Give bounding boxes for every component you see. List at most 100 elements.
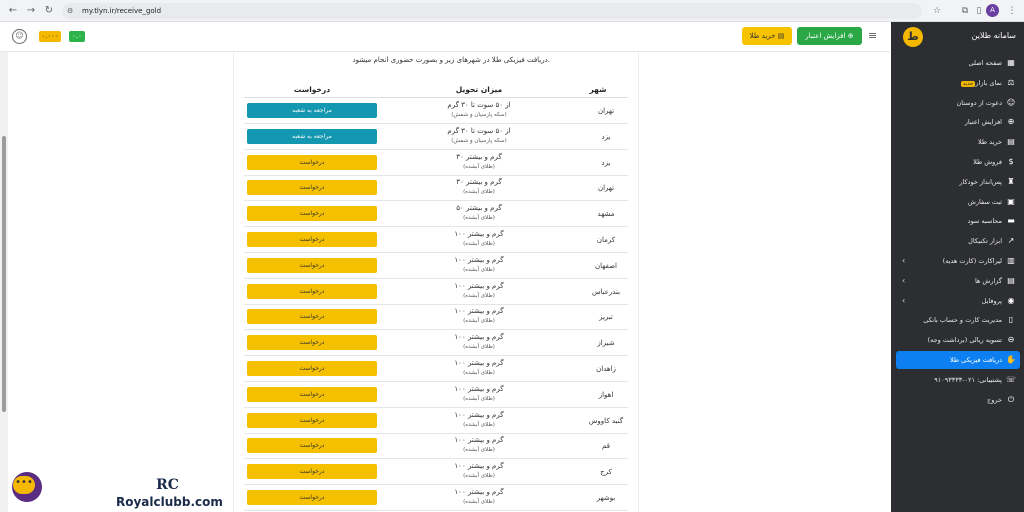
city-cell: شیراز — [597, 339, 615, 348]
request-button[interactable]: درخواست — [247, 180, 377, 196]
city-cell: بندرعباس — [591, 287, 621, 296]
amount-text: ۳۰ گرم و بیشتر — [456, 178, 502, 187]
scrollbar-thumb[interactable] — [2, 136, 6, 412]
extensions-icon[interactable]: ⧉ — [958, 4, 972, 18]
request-button[interactable]: درخواست — [247, 464, 377, 480]
sidebar-item-label: گزارش ها — [974, 276, 1002, 285]
table-row: یزد ۳۰ گرم و بیشتر (طلای آبشده) درخواست — [244, 150, 628, 176]
request-button[interactable]: مراجعه به شعبه — [247, 103, 377, 118]
sidebar-item[interactable]: افزایش اعتبار ⊕ — [896, 113, 1020, 131]
gift-icon: ▥ — [1007, 256, 1015, 265]
request-button[interactable]: درخواست — [247, 335, 377, 351]
browser-menu-icon[interactable]: ⋮ — [1005, 4, 1019, 18]
sidebar-item[interactable]: خرید طلا ▤ — [896, 133, 1020, 151]
amount-note: (طلای آبشده) — [463, 447, 495, 454]
amount-note: (سکه پارسیان و شمش) — [451, 112, 507, 118]
gold-balance-badge[interactable]: ۰.۰۰۰ — [39, 31, 61, 42]
sidebar-item[interactable]: محاسبه سود ▬ — [896, 212, 1020, 230]
amount-cell: ۳۰ گرم و بیشتر (طلای آبشده) — [414, 177, 544, 197]
rial-balance-badge[interactable]: ۰.۰ — [69, 31, 85, 42]
amount-note: (طلای آبشده) — [463, 163, 495, 170]
clipboard-icon: ▣ — [1007, 196, 1015, 206]
amount-cell: ۱۰۰ گرم و بیشتر (طلای آبشده) — [414, 332, 544, 352]
app-logo[interactable]: ط — [903, 27, 923, 47]
site-info-icon[interactable]: ⚙ — [67, 4, 73, 18]
sidebar-item[interactable]: پشتیبانی: ۰۲۱-۹۱۰۹۳۳۳۳ ☏ — [896, 371, 1020, 389]
city-cell: یزد — [601, 132, 611, 141]
sidebar-item[interactable]: دریافت فیزیکی طلا ✋ — [896, 351, 1020, 369]
amount-text: ۱۰۰ گرم و بیشتر — [454, 255, 504, 264]
buy-gold-button[interactable]: خرید طلا ▤ — [742, 27, 792, 45]
profile-avatar[interactable]: A — [986, 4, 999, 17]
request-button[interactable]: درخواست — [247, 438, 377, 454]
sidebar-item-label: دریافت فیزیکی طلا — [950, 356, 1002, 364]
request-button[interactable]: درخواست — [247, 232, 377, 247]
sidebar-item[interactable]: ثبت سفارش ▣ — [896, 193, 1020, 211]
sidebar-item-label: خرید طلا — [978, 138, 1002, 147]
chat-bubble-icon[interactable]: ••• — [13, 476, 35, 494]
request-button[interactable]: درخواست — [247, 412, 377, 428]
sidebar-item[interactable]: نمای بازارجدید ⚖ — [896, 74, 1020, 92]
table-row: تهران ۳۰ گرم و بیشتر (طلای آبشده) درخواست — [244, 175, 628, 202]
amount-note: (طلای آبشده) — [463, 189, 495, 196]
sidebar-item-label: نمای بازار — [975, 78, 1002, 87]
table-row: قم ۱۰۰ گرم و بیشتر (طلای آبشده) درخواست — [244, 433, 628, 460]
table-row: یزد از ۵۰ سوت تا ۳۰ گرم (سکه پارسیان و شمش… — [244, 124, 628, 150]
amount-cell: ۵۰ گرم و بیشتر (طلای آبشده) — [414, 203, 544, 223]
chevron-left-icon[interactable]: ‹ — [902, 292, 905, 310]
table-row: کرمان ۱۰۰ گرم و بیشتر (طلای آبشده) درخواست — [244, 227, 628, 253]
sidebar-item[interactable]: صفحه اصلی ▦ — [896, 54, 1020, 72]
sidebar-item-label: پس‌انداز خودکار — [959, 177, 1002, 186]
chevron-left-icon[interactable]: ‹ — [902, 272, 905, 290]
city-cell: تهران — [597, 107, 615, 115]
amount-note: (طلای آبشده) — [463, 421, 495, 428]
amount-text: از ۵۰ سوت تا ۳۰ گرم — [447, 126, 511, 135]
request-button[interactable]: مراجعه به شعبه — [247, 128, 377, 144]
hamburger-menu-icon[interactable]: ≡ — [868, 29, 877, 42]
chevron-left-icon[interactable]: ‹ — [902, 252, 905, 270]
chart-icon: ▬ — [1007, 216, 1015, 226]
scrollbar[interactable] — [0, 52, 8, 512]
sidebar-item[interactable]: پس‌انداز خودکار ♜ — [896, 173, 1020, 191]
sidebar-item-label: ابزار تکنیکال — [968, 237, 1002, 246]
sidebar-item[interactable]: مدیریت کارت و حساب بانکی ▯ — [896, 311, 1020, 329]
city-cell: کرمان — [596, 236, 616, 244]
sidebar-item[interactable]: لیراکارت (کارت هدیه) ▥ ‹ — [896, 252, 1020, 270]
sidebar-item[interactable]: ابزار تکنیکال ↗ — [896, 232, 1020, 250]
sidebar-item[interactable]: فروش طلا $ — [896, 153, 1020, 171]
address-bar[interactable]: my.tlyn.ir/receive_gold — [62, 3, 922, 19]
sidebar-item[interactable]: پروفایل ◉ ‹ — [896, 292, 1020, 310]
back-icon[interactable]: ← — [6, 4, 20, 18]
sidebar-item[interactable]: گزارش ها ▤ ‹ — [896, 272, 1020, 290]
table-row: کرج ۱۰۰ گرم و بیشتر (طلای آبشده) درخواست — [244, 459, 628, 486]
increase-credit-button[interactable]: افزایش اعتبار ⊕ — [797, 27, 862, 45]
sidebar-item-label: مدیریت کارت و حساب بانکی — [923, 316, 1002, 325]
request-button[interactable]: درخواست — [247, 154, 377, 170]
sidebar-item[interactable]: خروج ⏻ — [896, 391, 1020, 409]
amount-text: ۱۰۰ گرم و بیشتر — [454, 410, 504, 419]
user-account-icon[interactable]: ☺ — [12, 29, 27, 44]
increase-credit-label: افزایش اعتبار — [805, 32, 846, 40]
amount-note: (طلای آبشده) — [463, 215, 495, 222]
sidebar-item-label: افزایش اعتبار — [964, 118, 1002, 127]
request-button[interactable]: درخواست — [247, 283, 377, 299]
request-button[interactable]: درخواست — [247, 361, 377, 376]
request-button[interactable]: درخواست — [247, 257, 377, 273]
bookmark-star-icon[interactable]: ☆ — [930, 4, 944, 18]
profile-icon: ◉ — [1007, 295, 1015, 305]
side-panel-icon[interactable]: ▯ — [972, 4, 986, 18]
sidebar-item-label: محاسبه سود — [967, 217, 1002, 226]
request-button[interactable]: درخواست — [247, 206, 377, 222]
reload-icon[interactable]: ↻ — [42, 4, 56, 18]
request-button[interactable]: درخواست — [247, 309, 377, 325]
sidebar-item-label: لیراکارت (کارت هدیه) — [942, 257, 1002, 265]
table-row: بندرعباس ۱۰۰ گرم و بیشتر (طلای آبشده) درخوا… — [244, 279, 628, 305]
amount-cell: ۱۰۰ گرم و بیشتر (طلای آبشده) — [414, 255, 544, 275]
sidebar-item[interactable]: دعوت از دوستان ☺ — [896, 94, 1020, 112]
request-button[interactable]: درخواست — [247, 386, 377, 402]
amount-text: ۱۰۰ گرم و بیشتر — [454, 462, 504, 471]
sidebar-item[interactable]: تسویه ریالی (برداشت وجه) ⊖ — [896, 331, 1020, 349]
request-button[interactable]: درخواست — [247, 490, 377, 505]
amount-cell: ۱۰۰ گرم و بیشتر (طلای آبشده) — [414, 384, 544, 404]
forward-icon[interactable]: → — [24, 4, 38, 18]
